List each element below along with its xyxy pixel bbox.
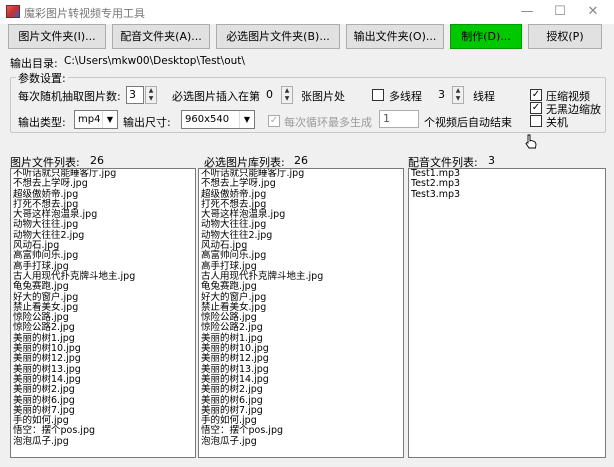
output-size-label: 输出尺寸: [123, 116, 171, 129]
license-button[interactable]: 授权(P) [528, 24, 602, 49]
random-count-label: 每次随机抽取图片数: [18, 90, 121, 103]
required-count: 26 [294, 154, 308, 167]
loop-label: 每次循环最多生成 [284, 116, 372, 129]
up-arrow-icon[interactable]: ▲ [146, 87, 156, 95]
list-item[interactable]: 美丽的树2.jpg [11, 384, 195, 395]
minimize-icon[interactable]: — [512, 2, 542, 22]
random-count-stepper[interactable]: ▲ ▼ [145, 86, 157, 104]
required-listbox[interactable]: 不听话就只能睡客厅.jpg 不想去上学呀.jpg 超级傲娇帝.jpg 打死不想去.jp… [198, 168, 404, 458]
required-insert-suffix: 张图片处 [301, 90, 345, 103]
loop-count-input[interactable]: 1 [379, 110, 419, 128]
required-insert-stepper[interactable]: ▲ ▼ [281, 86, 293, 104]
output-dir-value: C:\Users\mkw00\Desktop\Test\out\ [64, 55, 245, 67]
random-count-input[interactable]: 3 [126, 86, 144, 104]
shutdown-checkbox[interactable] [530, 115, 542, 127]
window-title: 魔彩图片转视频专用工具 [24, 7, 145, 20]
list-item[interactable]: Test3.mp3 [409, 189, 605, 200]
threads-stepper[interactable]: ▲ ▼ [452, 86, 464, 104]
audio-count: 3 [488, 154, 495, 167]
auto-stop-label: 个视频后自动结束 [424, 116, 512, 129]
list-item[interactable]: 泡泡瓜子.jpg [199, 436, 403, 447]
chevron-down-icon[interactable]: ▼ [239, 111, 254, 128]
maximize-icon[interactable]: ☐ [545, 2, 575, 22]
params-group-title: 参数设置: [16, 70, 68, 86]
output-size-value: 960x540 [185, 114, 230, 125]
hand-cursor-icon [525, 134, 537, 149]
list-item[interactable]: 泡泡瓜子.jpg [11, 436, 195, 447]
title-bar: 魔彩图片转视频专用工具 — ☐ ✕ [0, 0, 614, 24]
up-arrow-icon[interactable]: ▲ [282, 87, 292, 95]
threads-value[interactable]: 3 [438, 88, 445, 101]
shutdown-label: 关机 [546, 116, 568, 129]
required-insert-label: 必选图片插入在第 [172, 90, 260, 103]
audio-listbox[interactable]: Test1.mp3 Test2.mp3 Test3.mp3 [408, 168, 606, 458]
images-listbox[interactable]: 不听话就只能睡客厅.jpg 不想去上学呀.jpg 超级傲娇帝.jpg 打死不想去.jp… [10, 168, 196, 458]
close-icon[interactable]: ✕ [578, 2, 608, 22]
images-count: 26 [90, 154, 104, 167]
output-type-select[interactable]: mp4 ▼ [74, 110, 118, 129]
required-image-folder-button[interactable]: 必选图片文件夹(B)... [216, 24, 340, 49]
image-folder-button[interactable]: 图片文件夹(I)... [8, 24, 106, 49]
list-item[interactable]: 美丽的树2.jpg [199, 384, 403, 395]
output-size-select[interactable]: 960x540 ▼ [181, 110, 255, 129]
loop-checkbox[interactable]: ✓ [268, 115, 280, 127]
make-button[interactable]: 制作(D)... [450, 24, 522, 49]
multithread-checkbox[interactable] [372, 89, 384, 101]
multithread-label: 多线程 [389, 90, 422, 103]
down-arrow-icon[interactable]: ▼ [282, 95, 292, 103]
app-logo-icon [6, 5, 20, 18]
output-type-value: mp4 [78, 114, 101, 125]
down-arrow-icon[interactable]: ▼ [453, 95, 463, 103]
required-insert-value[interactable]: 0 [266, 88, 273, 101]
output-dir-label: 输出目录: [10, 57, 58, 70]
up-arrow-icon[interactable]: ▲ [453, 87, 463, 95]
threads-label: 线程 [473, 90, 495, 103]
output-type-label: 输出类型: [18, 116, 66, 129]
down-arrow-icon[interactable]: ▼ [146, 95, 156, 103]
app-window: 魔彩图片转视频专用工具 — ☐ ✕ 图片文件夹(I)... 配音文件夹(A)..… [0, 0, 614, 467]
chevron-down-icon[interactable]: ▼ [102, 111, 117, 128]
no-black-border-checkbox[interactable]: ✓ [530, 102, 542, 114]
audio-folder-button[interactable]: 配音文件夹(A)... [112, 24, 210, 49]
output-folder-button[interactable]: 输出文件夹(O)... [346, 24, 444, 49]
compress-checkbox[interactable]: ✓ [530, 89, 542, 101]
